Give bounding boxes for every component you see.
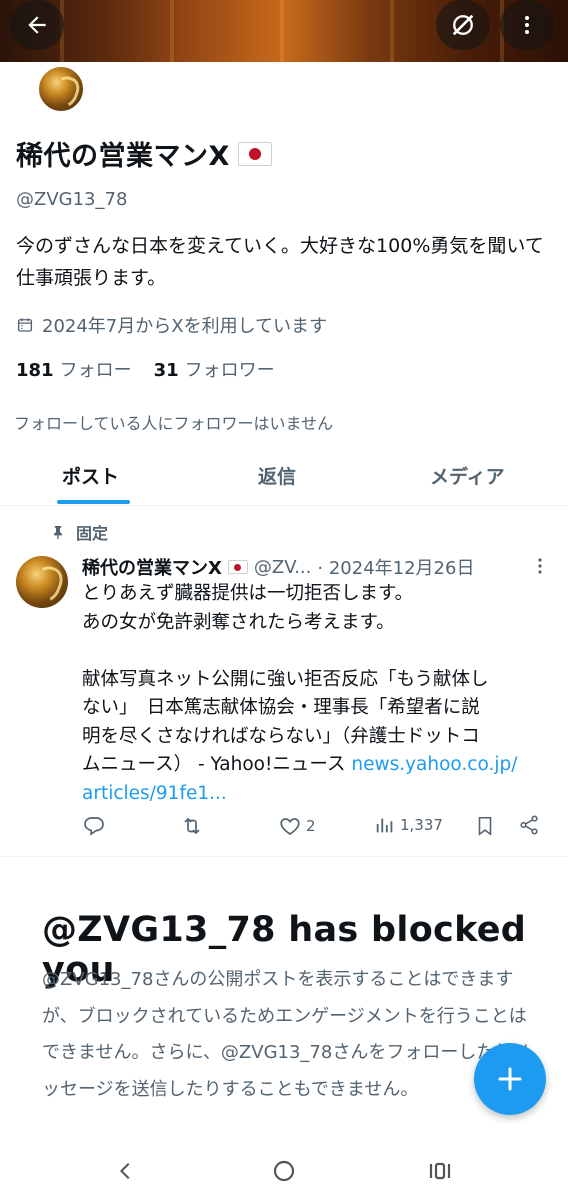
views-button[interactable]: 1,337 — [374, 814, 443, 836]
post-line: とりあえず臓器提供は一切拒否します。 — [82, 583, 414, 604]
bookmark-icon — [478, 816, 492, 836]
post-more-button[interactable] — [530, 554, 550, 582]
back-arrow-icon — [28, 16, 46, 34]
repost-button[interactable] — [180, 814, 204, 838]
bookmark-button[interactable] — [474, 814, 496, 838]
post-actions: 2 1,337 — [82, 814, 550, 842]
share-button[interactable] — [518, 814, 540, 836]
grok-icon — [452, 14, 474, 36]
tab-media[interactable]: メディア — [430, 462, 505, 489]
post-line-with-link: ムニュース） - Yahoo!ニュース news.yahoo.co.jp/ — [82, 751, 558, 780]
reply-button[interactable] — [82, 814, 106, 838]
views-count: 1,337 — [400, 816, 443, 834]
followers-label: フォロワー — [184, 360, 275, 381]
profile-tabs: ポスト 返信 メディア — [0, 446, 568, 506]
tab-replies[interactable]: 返信 — [258, 462, 296, 489]
pin-icon — [54, 526, 62, 540]
back-button[interactable] — [10, 0, 64, 50]
profile-display-name: 稀代の営業マンX — [16, 134, 272, 173]
like-icon — [280, 818, 300, 835]
reply-icon — [84, 817, 104, 836]
more-vertical-icon — [538, 558, 542, 574]
nav-recents-icon — [429, 1162, 451, 1180]
news-link[interactable]: news.yahoo.co.jp/ — [351, 754, 517, 775]
post-line: ない」 日本篤志献体協会・理事長「希望者に説 — [82, 697, 480, 718]
following-label: フォロー — [59, 360, 132, 381]
following-link[interactable]: 181 フォロー — [16, 356, 132, 382]
follow-stats: 181 フォロー 31 フォロワー — [16, 356, 275, 382]
post-date[interactable]: · 2024年12月26日 — [317, 554, 474, 580]
calendar-icon — [17, 318, 33, 332]
active-tab-indicator — [57, 500, 130, 504]
like-count: 2 — [306, 817, 316, 835]
pinned-text: 固定 — [76, 524, 109, 543]
compose-post-button[interactable] — [474, 1043, 546, 1115]
profile-bio: 今のずさんな日本を変えていく。大好きな100%勇気を聞いて仕事頑張ります。 — [16, 235, 544, 289]
repost-icon — [184, 817, 200, 835]
post-line-text: ムニュース） - Yahoo!ニュース — [82, 754, 352, 775]
nav-recents-button[interactable] — [420, 1154, 460, 1188]
views-icon — [376, 818, 393, 833]
post-header: 稀代の営業マンX @ZV... · 2024年12月26日 — [82, 554, 558, 580]
following-count: 181 — [16, 360, 54, 381]
more-vertical-icon — [525, 16, 529, 34]
more-button[interactable] — [500, 0, 554, 50]
mutual-followers-note: フォローしている人にフォロワーはいません — [14, 414, 334, 433]
joined-text: 2024年7月からXを利用しています — [42, 316, 328, 337]
nav-home-button[interactable] — [264, 1154, 304, 1188]
post-line: あの女が免許剥奪されたら考えます。 — [82, 611, 395, 633]
post-line: 献体写真ネット公開に強い拒否反応「もう献体し — [82, 668, 489, 690]
pinned-label: 固定 — [50, 520, 108, 544]
profile-joined-date: 2024年7月からXを利用しています — [16, 312, 327, 338]
blocked-description: @ZVG13_78さんの公開ポストを表示することはできますが、ブロックされている… — [42, 969, 531, 1100]
display-name-text: 稀代の営業マンX — [16, 141, 230, 172]
japan-flag-icon — [227, 560, 248, 574]
followers-link[interactable]: 31 フォロワー — [154, 356, 275, 382]
profile-handle: @ZVG13_78 — [16, 189, 128, 210]
profile-avatar[interactable] — [36, 64, 86, 114]
japan-flag-icon — [237, 141, 272, 166]
post-author-name[interactable]: 稀代の営業マンX — [82, 554, 222, 580]
plus-icon — [498, 1067, 522, 1091]
grok-button[interactable] — [436, 0, 490, 50]
news-link-continued[interactable]: articles/91fe1... — [82, 783, 227, 804]
share-icon — [520, 815, 538, 835]
nav-back-icon — [119, 1162, 130, 1180]
followers-count: 31 — [153, 360, 179, 381]
post-body[interactable]: とりあえず臓器提供は一切拒否します。 あの女が免許剥奪されたら考えます。 献体写… — [82, 580, 558, 808]
like-button[interactable]: 2 — [278, 814, 316, 838]
nav-back-button[interactable] — [106, 1154, 146, 1188]
post-line: articles/91fe1... — [82, 780, 558, 809]
post-author-avatar[interactable] — [16, 556, 68, 608]
post-author-handle[interactable]: @ZV... — [254, 557, 312, 578]
tab-posts[interactable]: ポスト — [62, 462, 119, 489]
post-divider — [0, 856, 568, 857]
system-navigation-bar — [0, 1140, 568, 1200]
post-line: 明を尽くさなければならない」（弁護士ドットコ — [82, 725, 480, 747]
nav-home-icon — [273, 1160, 295, 1182]
